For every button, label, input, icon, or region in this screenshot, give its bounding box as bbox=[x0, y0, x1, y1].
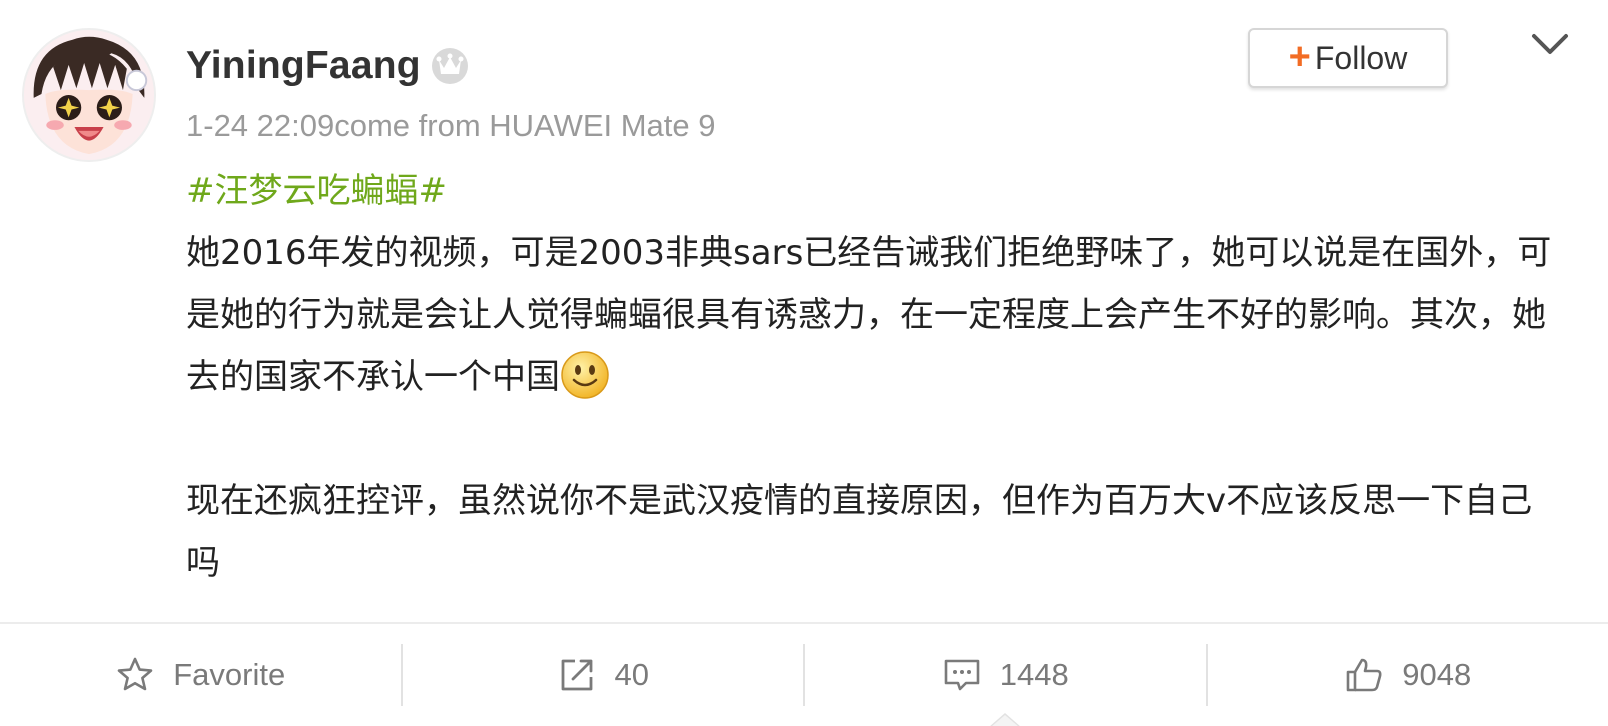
post-timestamp: 1-24 22:09 bbox=[186, 108, 335, 143]
weibo-post: YiningFaang 1-24 22:09come from HUAWEI M… bbox=[0, 0, 1608, 726]
thumbs-up-icon bbox=[1346, 658, 1382, 692]
comment-button[interactable]: 1448 bbox=[805, 624, 1206, 726]
share-icon bbox=[561, 659, 592, 691]
like-button[interactable]: 9048 bbox=[1208, 624, 1608, 726]
repost-count: 40 bbox=[614, 657, 649, 692]
like-count: 9048 bbox=[1402, 657, 1472, 692]
favorite-label: Favorite bbox=[173, 657, 286, 692]
post-meta: 1-24 22:09come from HUAWEI Mate 9 bbox=[186, 108, 716, 144]
post-paragraph-text: 她2016年发的视频，可是2003非典sars已经告诫我们拒绝野味了，她可以说是… bbox=[186, 233, 1552, 397]
favorite-button[interactable]: Favorite bbox=[0, 624, 401, 726]
post-paragraph-2: 现在还疯狂控评，虽然说你不是武汉疫情的直接原因，但作为百万大v不应该反思一下自己… bbox=[186, 481, 1533, 583]
repost-button[interactable]: 40 bbox=[403, 624, 804, 726]
plus-icon: + bbox=[1288, 36, 1311, 78]
follow-label: Follow bbox=[1314, 39, 1408, 76]
active-tab-pointer bbox=[989, 713, 1022, 726]
chevron-down-icon[interactable] bbox=[1530, 30, 1570, 60]
post-source: come from HUAWEI Mate 9 bbox=[334, 108, 716, 143]
username[interactable]: YiningFaang bbox=[186, 44, 421, 88]
star-icon bbox=[117, 657, 153, 691]
smiley-icon bbox=[560, 350, 610, 400]
follow-button[interactable]: + Follow bbox=[1248, 28, 1448, 88]
post-content: #汪梦云吃蝙蝠# 她2016年发的视频，可是2003非典sars已经告诫我们拒绝… bbox=[186, 160, 1566, 594]
crown-icon bbox=[430, 46, 470, 86]
hashtag-link[interactable]: #汪梦云吃蝙蝠# bbox=[186, 160, 1566, 222]
comment-icon bbox=[944, 659, 980, 691]
action-bar: Favorite 40 1448 9048 bbox=[0, 624, 1608, 726]
post-paragraph: 她2016年发的视频，可是2003非典sars已经告诫我们拒绝野味了，她可以说是… bbox=[186, 222, 1566, 408]
avatar[interactable] bbox=[22, 28, 156, 162]
comment-count: 1448 bbox=[999, 657, 1069, 692]
